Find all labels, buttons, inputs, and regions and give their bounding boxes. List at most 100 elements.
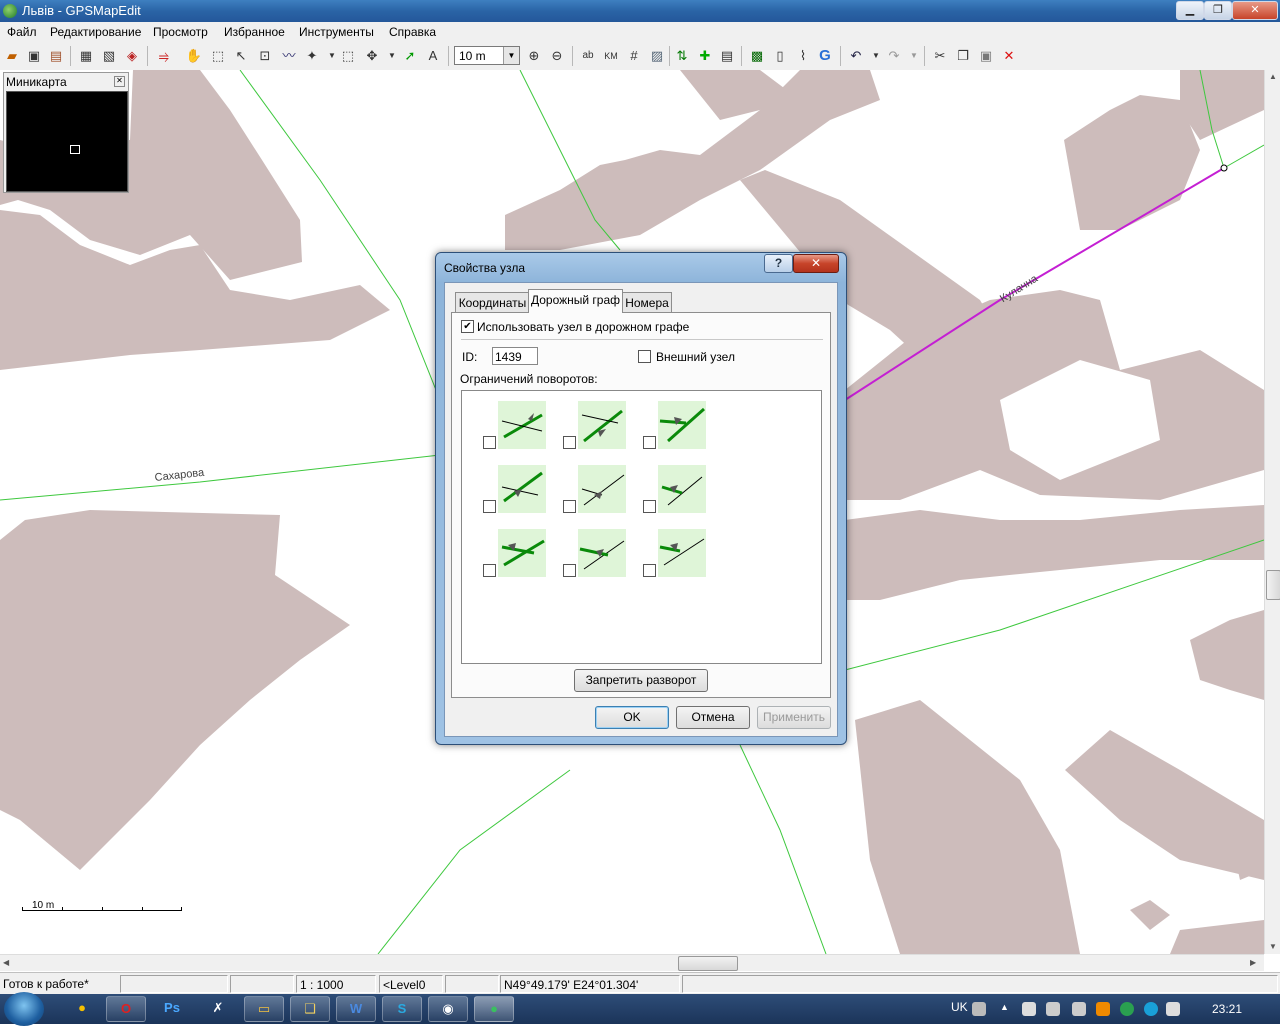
vertical-scrollbar[interactable]: ▲ ▼ (1264, 70, 1280, 954)
select-icon[interactable]: ↖ (231, 46, 251, 66)
external-node-checkbox[interactable] (638, 350, 651, 363)
close-icon[interactable]: ✕ (114, 76, 125, 87)
apply-button[interactable]: Применить (757, 706, 831, 729)
utorrent-icon[interactable] (1120, 1002, 1134, 1016)
polyline-icon[interactable]: 〰 (279, 46, 299, 66)
scale-dropdown[interactable]: 10 m ▼ (454, 46, 520, 65)
close-button[interactable]: ✕ (1232, 1, 1278, 20)
scroll-down-icon[interactable]: ▼ (1269, 942, 1277, 951)
address-icon[interactable]: ▤ (717, 46, 737, 66)
opera-icon[interactable]: O (106, 996, 146, 1022)
id-field[interactable]: 1439 (492, 347, 538, 365)
menu-favorites[interactable]: Избранное (224, 25, 285, 39)
turn-restriction-checkbox[interactable] (643, 500, 656, 513)
save-icon[interactable]: ▣ (24, 46, 44, 66)
tab-coordinates[interactable]: Координаты (455, 292, 530, 312)
horizontal-scrollbar[interactable]: ◀ ▶ (0, 954, 1264, 971)
turn-restriction-checkbox[interactable] (643, 436, 656, 449)
zoom-in-icon[interactable]: ⊕ (524, 46, 544, 66)
menu-help[interactable]: Справка (389, 25, 436, 39)
help-button[interactable]: ? (764, 254, 793, 273)
keyboard-icon[interactable] (972, 1002, 986, 1016)
volume-icon[interactable] (1072, 1002, 1086, 1016)
turn-restriction-checkbox[interactable] (643, 564, 656, 577)
pen-icon[interactable] (1166, 1002, 1180, 1016)
folders-icon[interactable]: ❑ (290, 996, 330, 1022)
vertical-scroll-thumb[interactable] (1266, 570, 1280, 600)
menu-tools[interactable]: Инструменты (299, 25, 374, 39)
clock[interactable]: 23:21 (1212, 1002, 1242, 1016)
google-icon[interactable]: G (815, 46, 835, 66)
import-icon[interactable]: ▧ (99, 46, 119, 66)
turn-restriction-checkbox[interactable] (563, 436, 576, 449)
restore-button[interactable]: ❐ (1204, 1, 1232, 20)
use-in-graph-checkbox[interactable]: ✔ (461, 320, 474, 333)
horizontal-scroll-thumb[interactable] (678, 956, 738, 971)
chevron-down-icon[interactable]: ▼ (503, 47, 519, 64)
turn-restriction-checkbox[interactable] (563, 564, 576, 577)
image-icon[interactable]: ▩ (747, 46, 767, 66)
zoom-out-icon[interactable]: ⊖ (547, 46, 567, 66)
minimap-canvas[interactable] (6, 91, 128, 192)
cut-icon[interactable]: ✂ (930, 46, 950, 66)
turn-restrictions-list[interactable] (461, 390, 822, 664)
turn-restriction-checkbox[interactable] (483, 564, 496, 577)
minimize-button[interactable]: ▁ (1176, 1, 1204, 20)
turn-restriction-checkbox[interactable] (563, 500, 576, 513)
hatch-icon[interactable]: ▨ (647, 46, 667, 66)
dialog-close-button[interactable]: ✕ (793, 254, 839, 273)
ab-label-icon[interactable]: ab (578, 46, 598, 66)
tab-numbers[interactable]: Номера (622, 292, 672, 312)
cancel-button[interactable]: Отмена (676, 706, 750, 729)
flag-icon[interactable] (1022, 1002, 1036, 1016)
menu-view[interactable]: Просмотр (153, 25, 208, 39)
magic-wand-icon[interactable]: ✦ (302, 46, 322, 66)
label-icon[interactable]: A (423, 46, 443, 66)
turn-restriction-checkbox[interactable] (483, 436, 496, 449)
network-icon[interactable] (1046, 1002, 1060, 1016)
new-map-icon[interactable]: ▰ (2, 46, 22, 66)
layers-icon[interactable]: ◈ (122, 46, 142, 66)
road-graph-icon[interactable]: ⇅ (672, 46, 692, 66)
select-area-icon[interactable]: ⬚ (338, 46, 358, 66)
tracks-icon[interactable]: ⥤ (154, 46, 174, 66)
word-icon[interactable]: W (336, 996, 376, 1022)
attach-icon[interactable]: ⌇ (793, 46, 813, 66)
explorer-icon[interactable]: ▭ (244, 996, 284, 1022)
start-button[interactable] (4, 992, 44, 1026)
avast-icon[interactable]: ● (62, 996, 102, 1022)
dropdown-arrow-icon[interactable]: ▼ (382, 46, 402, 66)
language-indicator[interactable]: UK (951, 1000, 968, 1014)
skype-icon[interactable]: S (382, 996, 422, 1022)
copy-icon[interactable]: ❐ (953, 46, 973, 66)
undo-icon[interactable]: ↶ (846, 46, 866, 66)
move-icon[interactable]: ✥ (362, 46, 382, 66)
add-node-icon[interactable]: ✚ (695, 46, 715, 66)
redo-icon[interactable]: ↷ (884, 46, 904, 66)
zoom-rect-icon[interactable]: ⬚ (208, 46, 228, 66)
grid-icon[interactable]: # (624, 46, 644, 66)
media-icon[interactable]: ◉ (428, 996, 468, 1022)
gpsmapedit-icon[interactable]: ● (474, 996, 514, 1022)
player-icon[interactable] (1096, 1002, 1110, 1016)
scroll-right-icon[interactable]: ▶ (1250, 958, 1256, 967)
edit-node-icon[interactable]: ⊡ (255, 46, 275, 66)
ok-button[interactable]: OK (595, 706, 669, 729)
forbid-uturn-button[interactable]: Запретить разворот (574, 669, 708, 692)
photoshop-icon[interactable]: Ps (152, 996, 192, 1022)
paste-icon[interactable]: ▣ (976, 46, 996, 66)
dropdown-arrow-icon[interactable]: ▼ (866, 46, 886, 66)
delete-icon[interactable]: ✕ (999, 46, 1019, 66)
hand-icon[interactable]: ✋ (184, 46, 204, 66)
blank-page-icon[interactable]: ▯ (770, 46, 790, 66)
km-icon[interactable]: KM (601, 46, 621, 66)
skype-tray-icon[interactable] (1144, 1002, 1158, 1016)
dropdown-arrow-icon[interactable]: ▼ (904, 46, 924, 66)
tray-expand-icon[interactable]: ▲ (1000, 1002, 1014, 1016)
connect-icon[interactable]: ➚ (400, 46, 420, 66)
menu-file[interactable]: Файл (7, 25, 37, 39)
open-icon[interactable]: ▤ (46, 46, 66, 66)
properties-icon[interactable]: ▦ (76, 46, 96, 66)
minimap-viewport[interactable] (70, 145, 80, 154)
tab-road-graph[interactable]: Дорожный граф (528, 289, 623, 313)
